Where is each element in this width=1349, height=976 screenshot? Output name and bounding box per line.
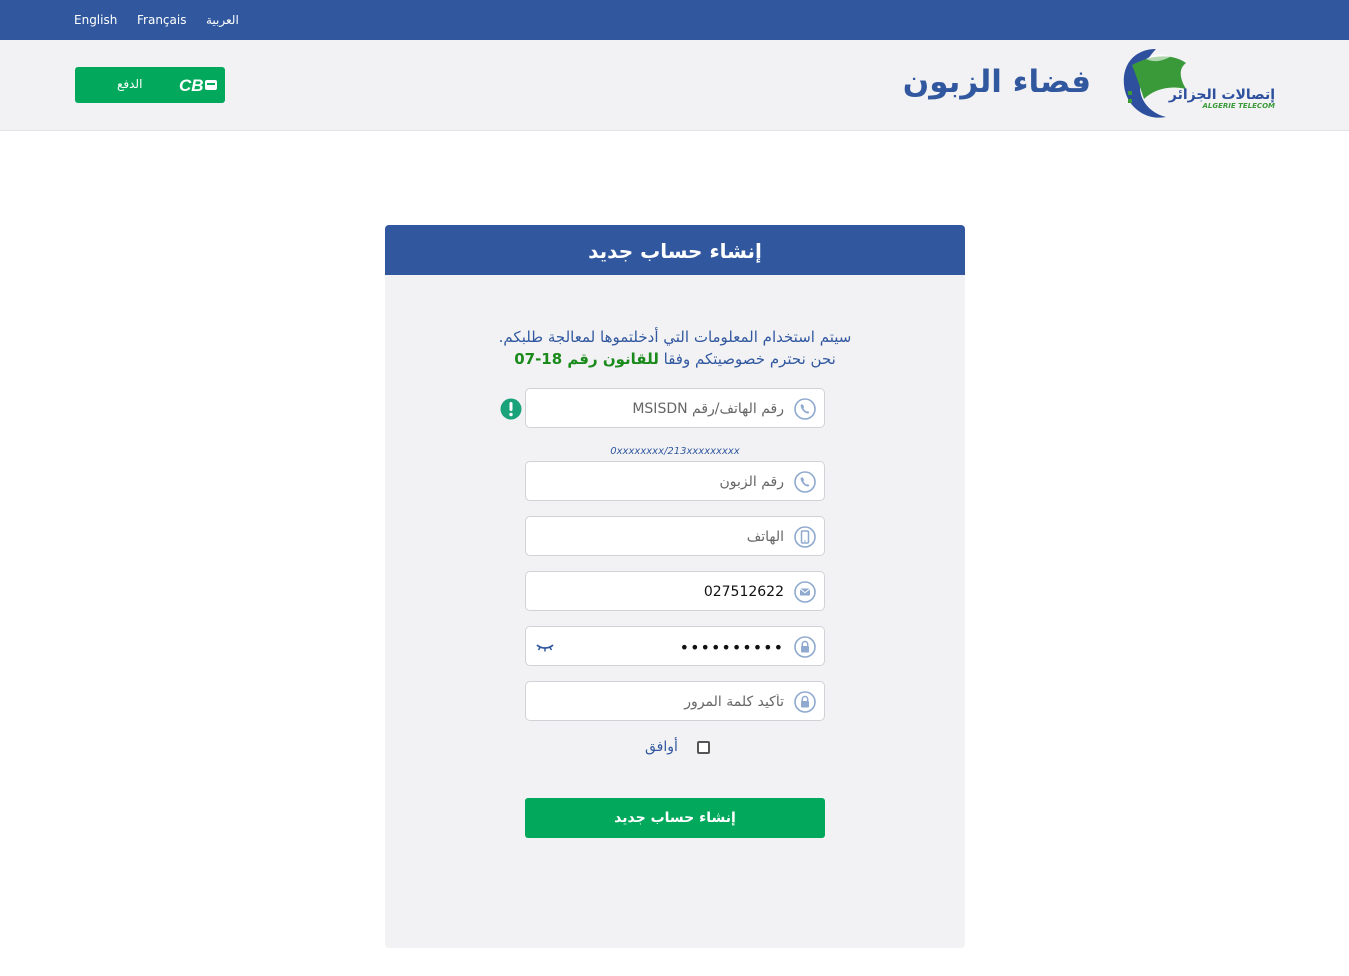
password-field bbox=[525, 626, 825, 666]
warning-icon bbox=[500, 398, 522, 420]
brand-logo-latin: ALGERIE TELECOM bbox=[1202, 102, 1276, 110]
language-link-arabic[interactable]: العربية bbox=[206, 13, 239, 27]
envelope-icon bbox=[794, 581, 816, 603]
agree-row: أوافق bbox=[645, 738, 765, 758]
phone-field bbox=[525, 516, 825, 556]
card-header: إنشاء حساب جديد bbox=[385, 225, 965, 275]
create-account-button[interactable]: إنشاء حساب جديد bbox=[525, 798, 825, 838]
privacy-info-prefix: نحن نحترم خصوصيتكم وفقا bbox=[658, 350, 836, 368]
phone-icon bbox=[794, 398, 816, 420]
email-input[interactable] bbox=[544, 580, 784, 604]
lock-icon bbox=[794, 691, 816, 713]
msisdn-input[interactable] bbox=[544, 397, 784, 421]
password-input[interactable] bbox=[544, 635, 784, 659]
brand-logo-arabic: إتصالات الجزائر bbox=[1168, 87, 1275, 103]
msisdn-field bbox=[525, 388, 825, 428]
privacy-info-line1: سيتم استخدام المعلومات التي أدخلتموها لم… bbox=[498, 328, 852, 346]
lock-icon bbox=[794, 636, 816, 658]
site-header: الدفع CB فضاء الزبون إتصالات الجزائر ALG… bbox=[0, 40, 1349, 131]
pay-button[interactable]: الدفع CB bbox=[75, 67, 225, 103]
customer-number-input[interactable] bbox=[544, 470, 784, 494]
customer-number-field bbox=[525, 461, 825, 501]
signup-card: إنشاء حساب جديد سيتم استخدام المعلومات ا… bbox=[385, 225, 965, 948]
phone-input[interactable] bbox=[544, 525, 784, 549]
confirm-password-input[interactable] bbox=[544, 690, 784, 714]
language-link-french[interactable]: Français bbox=[137, 13, 186, 27]
mobile-icon bbox=[794, 526, 816, 548]
agree-checkbox[interactable] bbox=[697, 741, 710, 754]
law-reference: للقانون رقم 18-07 bbox=[514, 350, 659, 368]
privacy-info-line2: نحن نحترم خصوصيتكم وفقا للقانون رقم 18-0… bbox=[445, 350, 905, 368]
email-field bbox=[525, 571, 825, 611]
msisdn-format-hint: 0xxxxxxxx/213xxxxxxxxx bbox=[610, 446, 740, 457]
pay-button-label: الدفع bbox=[117, 77, 143, 91]
create-account-button-label: إنشاء حساب جديد bbox=[614, 810, 736, 826]
language-bar: English Français العربية bbox=[0, 0, 1349, 40]
card-title: إنشاء حساب جديد bbox=[588, 239, 762, 263]
cib-logo: CB bbox=[179, 76, 217, 94]
site-title: فضاء الزبون bbox=[902, 64, 1091, 100]
algerie-telecom-logo: إتصالات الجزائر ALGERIE TELECOM bbox=[1123, 49, 1276, 118]
confirm-password-field bbox=[525, 681, 825, 721]
language-link-english[interactable]: English bbox=[74, 13, 117, 27]
svg-text:CB: CB bbox=[179, 76, 204, 94]
agree-label[interactable]: أوافق bbox=[645, 739, 678, 755]
phone-icon bbox=[794, 471, 816, 493]
